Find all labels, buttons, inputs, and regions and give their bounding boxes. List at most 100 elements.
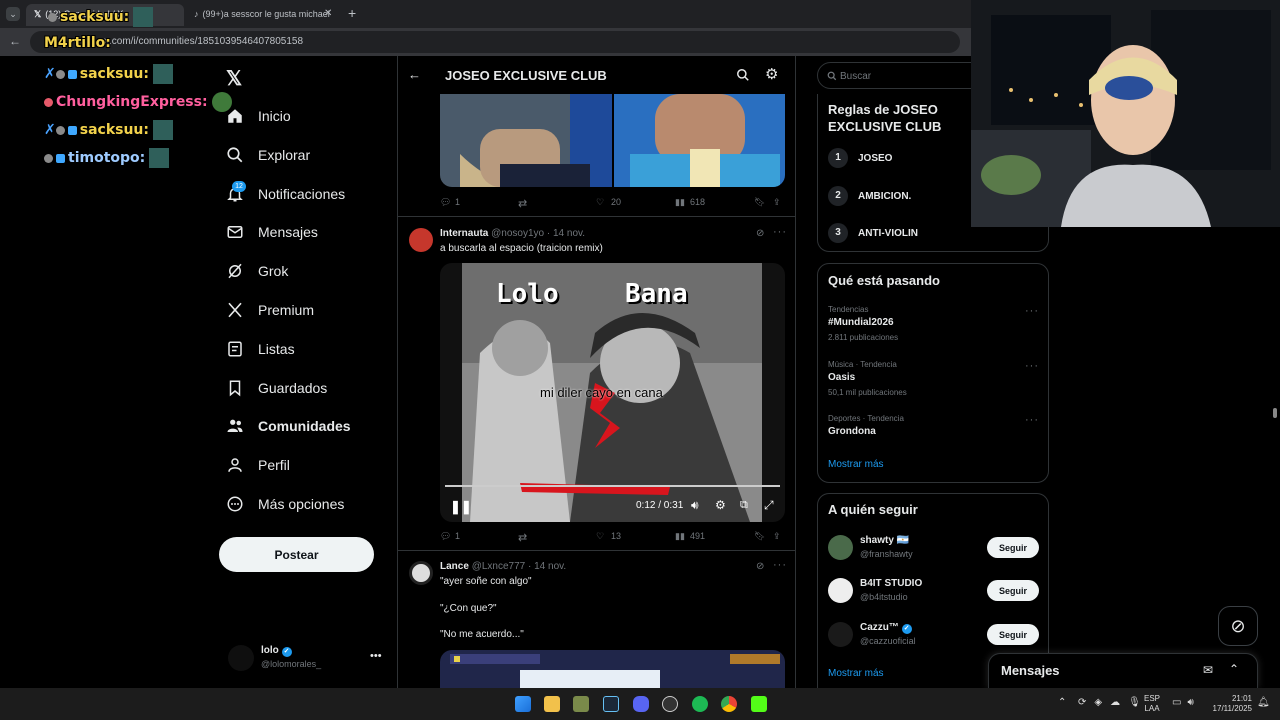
pip-icon[interactable]: ⧉ — [740, 499, 748, 512]
kick-icon[interactable] — [751, 696, 767, 712]
people-icon — [227, 419, 243, 432]
chevron-up-icon[interactable]: ⌃ — [1229, 662, 1239, 676]
post-handle[interactable]: @Lxnce777 — [472, 561, 526, 572]
scrollbar-thumb[interactable] — [1273, 408, 1277, 418]
trend-name[interactable]: #Mundial2026 — [828, 317, 894, 328]
more-dots-icon[interactable]: ··· — [1025, 305, 1039, 317]
avatar[interactable] — [828, 535, 853, 560]
tray-icons[interactable]: ⟳◈☁🎙︎ — [1078, 697, 1149, 708]
fullscreen-icon[interactable]: ⤢ — [764, 498, 774, 513]
post-image[interactable] — [440, 650, 785, 688]
like-icon[interactable]: ♡ — [596, 531, 604, 542]
sidebar-item-mas-opciones[interactable]: Más opciones — [226, 489, 344, 519]
views-icon[interactable]: ▮▮ — [675, 531, 685, 542]
network-volume-icons[interactable]: ▭🔊︎ — [1172, 697, 1200, 708]
sidebar-item-grok[interactable]: Grok — [226, 256, 288, 286]
bookmark-icon[interactable]: 🔖︎ — [754, 531, 765, 542]
app-icon[interactable] — [573, 696, 589, 712]
browser-tab-tiktok[interactable]: ♪ (99+)a sesscor le gusta michael — [186, 4, 342, 26]
sidebar-item-mensajes[interactable]: Mensajes — [226, 217, 318, 247]
share-icon[interactable]: ⇪ — [773, 197, 781, 208]
follow-name[interactable]: B4IT STUDIO — [860, 578, 922, 589]
chat-line: M4rtillo: — [44, 35, 111, 51]
chrome-icon[interactable] — [721, 696, 737, 712]
sidebar-item-premium[interactable]: Premium — [226, 295, 314, 325]
bookmark-icon[interactable]: 🔖︎ — [754, 197, 765, 208]
steam-icon[interactable] — [603, 696, 619, 712]
new-tab-button[interactable]: + — [348, 5, 356, 21]
notification-center-icon[interactable]: 🔔︎ — [1257, 697, 1270, 708]
folder-icon[interactable] — [544, 696, 560, 712]
clock-time: 21:01 — [1231, 694, 1252, 703]
avatar[interactable] — [409, 561, 433, 585]
post-button[interactable]: Postear — [219, 537, 374, 572]
trend-name[interactable]: Grondona — [828, 426, 876, 437]
grok-icon[interactable]: ⊘ — [756, 561, 764, 572]
back-arrow-icon[interactable]: ← — [9, 34, 21, 48]
settings-icon[interactable]: ⚙ — [715, 498, 726, 512]
sidebar-item-listas[interactable]: Listas — [226, 334, 295, 364]
share-icon[interactable]: ⇪ — [773, 531, 781, 542]
chat-line: sacksuu: — [48, 7, 154, 27]
search-icon[interactable] — [736, 68, 750, 82]
obs-icon[interactable] — [662, 696, 678, 712]
avatar[interactable] — [828, 622, 853, 647]
like-icon[interactable]: ♡ — [596, 197, 604, 208]
tab-search-button[interactable]: ⌄ — [6, 7, 20, 21]
reply-icon[interactable]: 💬︎ — [440, 197, 451, 208]
more-dots-icon[interactable]: ··· — [1025, 360, 1039, 372]
pause-icon[interactable]: ❚❚ — [450, 499, 472, 515]
follow-name[interactable]: shawty 🇦🇷 — [860, 535, 909, 546]
post-date[interactable]: · 14 nov. — [547, 228, 585, 239]
avatar[interactable] — [409, 228, 433, 252]
sidebar-item-guardados[interactable]: Guardados — [226, 373, 327, 403]
settings-icon[interactable]: ⚙ — [765, 65, 778, 83]
follow-button[interactable]: Seguir — [987, 624, 1039, 645]
more-dots-icon[interactable]: ••• — [370, 650, 382, 662]
post-author[interactable]: Lance — [440, 561, 469, 572]
clock[interactable]: 21:01 17/11/2025 — [1208, 694, 1252, 714]
account-switcher[interactable]: lolo ✓ @lolomorales_ ••• — [226, 642, 386, 674]
windows-start-icon[interactable] — [515, 696, 531, 712]
discord-icon[interactable] — [633, 696, 649, 712]
video-player[interactable]: Lolo Bana mi diler cayo en cana ❚❚ 0:12 … — [440, 263, 785, 522]
post-text-line: "ayer soñe con algo" — [440, 576, 532, 587]
repost-icon[interactable]: ⇄ — [518, 531, 527, 544]
sidebar-item-inicio[interactable]: Inicio — [226, 101, 291, 131]
sidebar-item-explorar[interactable]: Explorar — [226, 140, 310, 170]
follow-handle: @cazzuoficial — [860, 636, 916, 646]
follow-name[interactable]: Cazzu™ — [860, 622, 899, 633]
post-handle[interactable]: @nosoy1yo — [491, 228, 544, 239]
messages-drawer[interactable]: Mensajes ✉ ⌃ — [988, 653, 1258, 688]
new-message-icon[interactable]: ✉ — [1203, 663, 1213, 677]
trend-name[interactable]: Oasis — [828, 372, 855, 383]
rule-text: AMBICION. — [858, 191, 912, 202]
sidebar-item-perfil[interactable]: Perfil — [226, 450, 290, 480]
follow-button[interactable]: Seguir — [987, 537, 1039, 558]
show-more-link[interactable]: Mostrar más — [828, 459, 884, 470]
x-logo-icon[interactable]: 𝕏 — [226, 66, 242, 91]
post-author[interactable]: Internauta — [440, 228, 488, 239]
grok-floating-button[interactable]: ⊘ — [1218, 606, 1258, 646]
follow-button[interactable]: Seguir — [987, 580, 1039, 601]
chevron-up-icon[interactable]: ⌃ — [1058, 697, 1066, 708]
emote-icon — [149, 148, 170, 168]
more-dots-icon[interactable]: ··· — [773, 226, 787, 238]
sidebar-item-comunidades[interactable]: Comunidades — [226, 411, 351, 441]
post-date[interactable]: · 14 nov. — [528, 561, 566, 572]
avatar[interactable] — [828, 578, 853, 603]
back-arrow-icon[interactable]: ← — [408, 67, 421, 82]
spotify-icon[interactable] — [692, 696, 708, 712]
show-more-link[interactable]: Mostrar más — [828, 668, 884, 679]
address-bar[interactable]: x.com/i/communities/1851039546407805158 — [30, 31, 960, 53]
volume-icon[interactable]: 🔊︎ — [691, 498, 699, 513]
more-dots-icon[interactable]: ··· — [1025, 414, 1039, 426]
language-indicator[interactable]: ESP LAA — [1144, 694, 1160, 714]
reply-icon[interactable]: 💬︎ — [440, 531, 451, 542]
grok-icon[interactable]: ⊘ — [756, 228, 764, 239]
repost-icon[interactable]: ⇄ — [518, 197, 527, 210]
post-image-grid[interactable] — [440, 94, 785, 187]
more-dots-icon[interactable]: ··· — [773, 559, 787, 571]
views-icon[interactable]: ▮▮ — [675, 197, 685, 208]
tab-close-icon[interactable]: ✕ — [324, 8, 332, 19]
